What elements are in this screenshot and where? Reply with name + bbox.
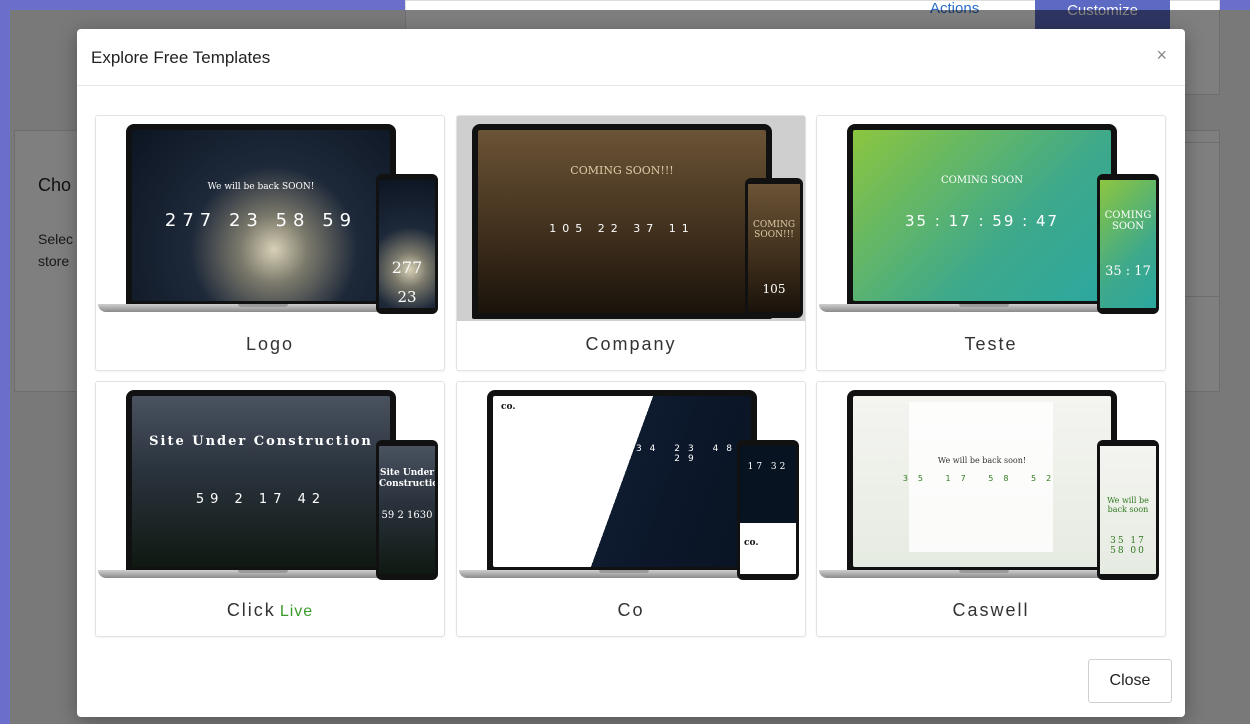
phone-counter: 105: [762, 282, 786, 296]
template-name: Logo: [245, 334, 295, 354]
laptop-mockup: co. 34 23 48 29: [487, 390, 757, 573]
live-badge: Live: [279, 603, 314, 620]
phone-counter: 17 32: [747, 462, 789, 472]
phone-mockup: We will be back soon 35 17 58 00: [1097, 440, 1159, 580]
laptop-mockup: COMING SOON!!! 105 22 37 11: [472, 124, 772, 319]
template-preview[interactable]: COMING SOON!!! 105 22 37 11 COMING SOON!…: [457, 116, 805, 321]
preview-counter: 35 17 58 52: [902, 474, 1062, 483]
template-card-caswell[interactable]: We will be back soon! 35 17 58 52 We wil…: [816, 381, 1166, 637]
preview-headline: Site Under Construction: [149, 434, 373, 449]
preview-headline: COMING SOON!!!: [570, 164, 674, 177]
template-card-co[interactable]: co. 34 23 48 29 co. 17 32 Co: [456, 381, 806, 637]
phone-headline: 277: [391, 258, 423, 277]
phone-counter: 23: [397, 288, 417, 306]
phone-headline: COMING SOON!!!: [752, 220, 796, 240]
template-name: Company: [585, 334, 677, 354]
preview-headline: co.: [501, 402, 516, 412]
laptop-mockup: We will be back soon! 35 17 58 52: [847, 390, 1117, 573]
template-preview[interactable]: We will be back soon! 35 17 58 52 We wil…: [817, 382, 1165, 587]
phone-mockup: Site Under Construction 59 2 1630: [376, 440, 438, 580]
template-card-teste[interactable]: COMING SOON 35 : 17 : 59 : 47 COMING SOO…: [816, 115, 1166, 371]
phone-mockup: 277 23: [376, 174, 438, 314]
template-card-company[interactable]: COMING SOON!!! 105 22 37 11 COMING SOON!…: [456, 115, 806, 371]
preview-headline: COMING SOON: [941, 175, 1023, 186]
modal-header: Explore Free Templates ×: [77, 29, 1185, 86]
template-preview[interactable]: COMING SOON 35 : 17 : 59 : 47 COMING SOO…: [817, 116, 1165, 321]
template-card-click[interactable]: Site Under Construction 59 2 17 42 Site …: [95, 381, 445, 637]
template-card-logo[interactable]: We will be back SOON! 277 23 58 59 277 2…: [95, 115, 445, 371]
template-preview[interactable]: co. 34 23 48 29 co. 17 32: [457, 382, 805, 587]
modal-title: Explore Free Templates: [91, 48, 271, 67]
preview-counter: 59 2 17 42: [195, 492, 327, 507]
close-button[interactable]: Close: [1088, 659, 1172, 703]
phone-headline: co.: [744, 538, 759, 548]
phone-counter: 59 2 1630: [381, 510, 433, 521]
preview-counter: 277 23 58 59: [164, 210, 358, 231]
laptop-mockup: We will be back SOON! 277 23 58 59: [126, 124, 396, 307]
template-name: Co: [617, 600, 645, 620]
template-name: Caswell: [952, 600, 1030, 620]
preview-counter: 105 22 37 11: [549, 222, 695, 235]
preview-headline: We will be back SOON!: [207, 182, 315, 192]
template-name: Teste: [964, 334, 1018, 354]
phone-headline: COMING SOON: [1104, 210, 1152, 232]
phone-counter: 35 : 17: [1105, 264, 1151, 279]
template-preview[interactable]: Site Under Construction 59 2 17 42 Site …: [96, 382, 444, 587]
preview-counter: 34 23 48 29: [635, 444, 741, 464]
preview-headline: We will be back soon!: [937, 456, 1027, 465]
close-icon[interactable]: ×: [1156, 45, 1167, 66]
templates-modal: Explore Free Templates × We will be back…: [77, 29, 1185, 717]
template-name: Click Live: [226, 600, 314, 620]
preview-counter: 35 : 17 : 59 : 47: [904, 212, 1060, 230]
laptop-mockup: COMING SOON 35 : 17 : 59 : 47: [847, 124, 1117, 307]
phone-mockup: co. 17 32: [737, 440, 799, 580]
phone-counter: 35 17 58 00: [1110, 536, 1146, 556]
phone-mockup: COMING SOON 35 : 17: [1097, 174, 1159, 314]
phone-headline: Site Under Construction: [379, 468, 435, 489]
phone-headline: We will be back soon: [1107, 496, 1149, 514]
template-preview[interactable]: We will be back SOON! 277 23 58 59 277 2…: [96, 116, 444, 321]
laptop-mockup: Site Under Construction 59 2 17 42: [126, 390, 396, 573]
phone-mockup: COMING SOON!!! 105: [745, 178, 803, 318]
